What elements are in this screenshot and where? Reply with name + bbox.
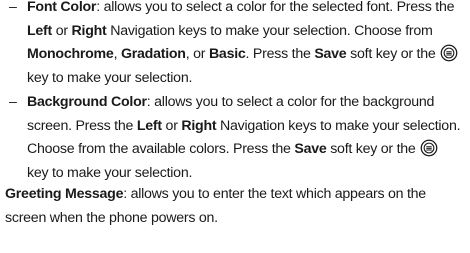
background-color-line-3: Choose from the available colors. Press … — [27, 138, 470, 162]
font-color-item: – Font Color: allows you to select a col… — [9, 0, 470, 90]
option-gradation: Gradation — [120, 46, 186, 63]
font-color-title: Font Color — [27, 0, 97, 15]
left-key-label: Left — [136, 117, 162, 134]
font-color-line-3: Monochrome, Gradation, or Basic. Press t… — [27, 43, 470, 67]
save-key-label: Save — [314, 46, 347, 63]
font-color-line-4: key to make your selection. — [27, 69, 193, 86]
right-key-label: Right — [71, 22, 107, 39]
background-color-line-4: key to make your selection. — [27, 164, 193, 181]
background-color-line-2: screen. Press the Left or Right Navigati… — [27, 117, 461, 134]
greeting-message-title: Greeting Message — [5, 186, 124, 202]
greeting-message-line-2: screen when the phone powers on. — [5, 209, 218, 226]
right-key-label: Right — [181, 117, 217, 134]
ok-key-icon — [420, 139, 438, 157]
left-key-label: Left — [27, 22, 53, 39]
bullet-dash: – — [9, 94, 17, 110]
greeting-message-line-1: Greeting Message: allows you to enter th… — [5, 186, 426, 202]
font-color-line-1: Font Color: allows you to select a color… — [27, 0, 455, 15]
greeting-message-item: Greeting Message: allows you to enter th… — [5, 183, 469, 230]
manual-page: – Font Color: allows you to select a col… — [0, 0, 470, 253]
option-monochrome: Monochrome — [27, 46, 114, 63]
background-color-item: – Background Color: allows you to select… — [9, 91, 470, 185]
ok-key-icon — [440, 44, 458, 62]
background-color-line-1: Background Color: allows you to select a… — [27, 94, 435, 110]
background-color-title: Background Color — [27, 94, 147, 110]
font-color-line-2: Left or Right Navigation keys to make yo… — [27, 22, 433, 39]
option-basic: Basic — [208, 46, 246, 63]
save-key-label: Save — [294, 141, 327, 158]
bullet-dash: – — [9, 0, 17, 15]
